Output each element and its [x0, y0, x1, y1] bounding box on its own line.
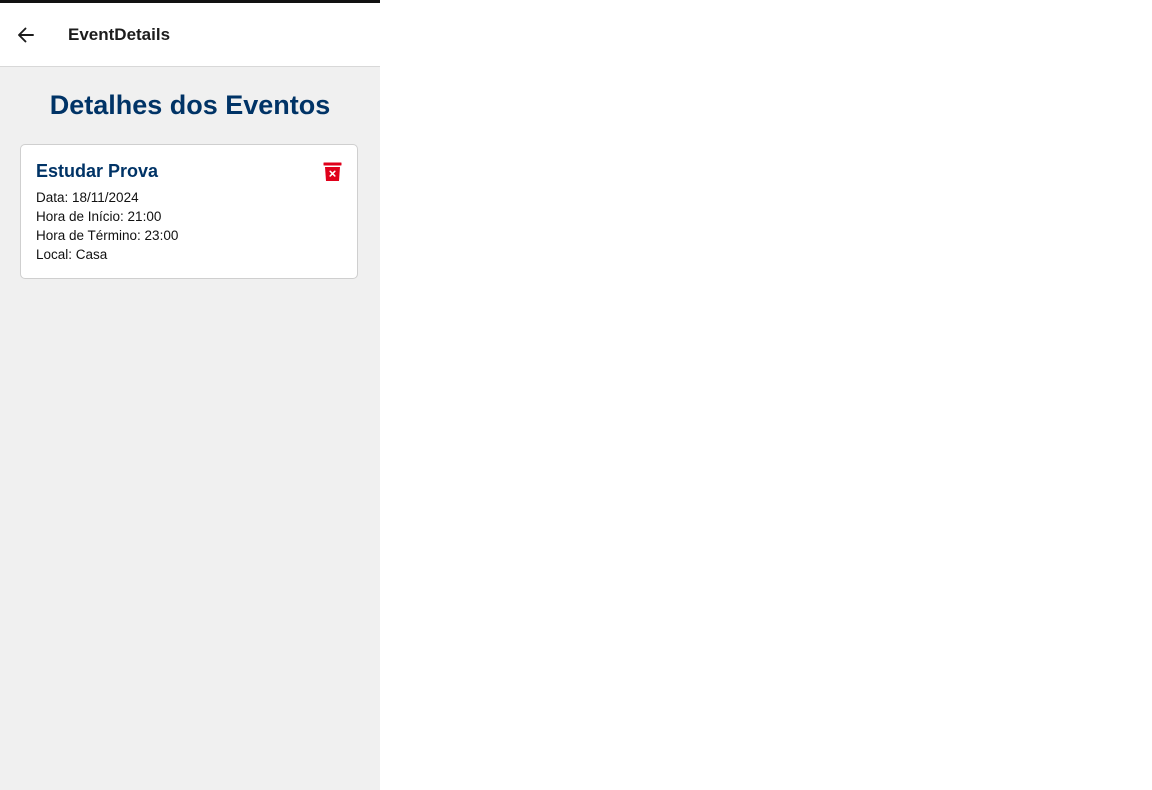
back-button[interactable] [0, 3, 52, 66]
event-date: Data: 18/11/2024 [36, 190, 139, 205]
event-name: Estudar Prova [36, 161, 159, 181]
event-end-time: Hora de Término: 23:00 [36, 228, 179, 243]
app-header: EventDetails [0, 3, 380, 67]
page-title: Detalhes dos Eventos [49, 90, 331, 120]
event-card: Estudar Prova Data: 18/11/2024 Hora de I… [20, 144, 358, 279]
trash-icon [323, 162, 342, 181]
app-panel: EventDetails Detalhes dos Eventos Estuda… [0, 0, 380, 790]
event-location: Local: Casa [36, 247, 108, 262]
delete-event-button[interactable] [323, 162, 342, 182]
header-title: EventDetails [68, 24, 171, 44]
arrow-left-icon [18, 27, 34, 42]
event-start-time: Hora de Início: 21:00 [36, 209, 162, 224]
